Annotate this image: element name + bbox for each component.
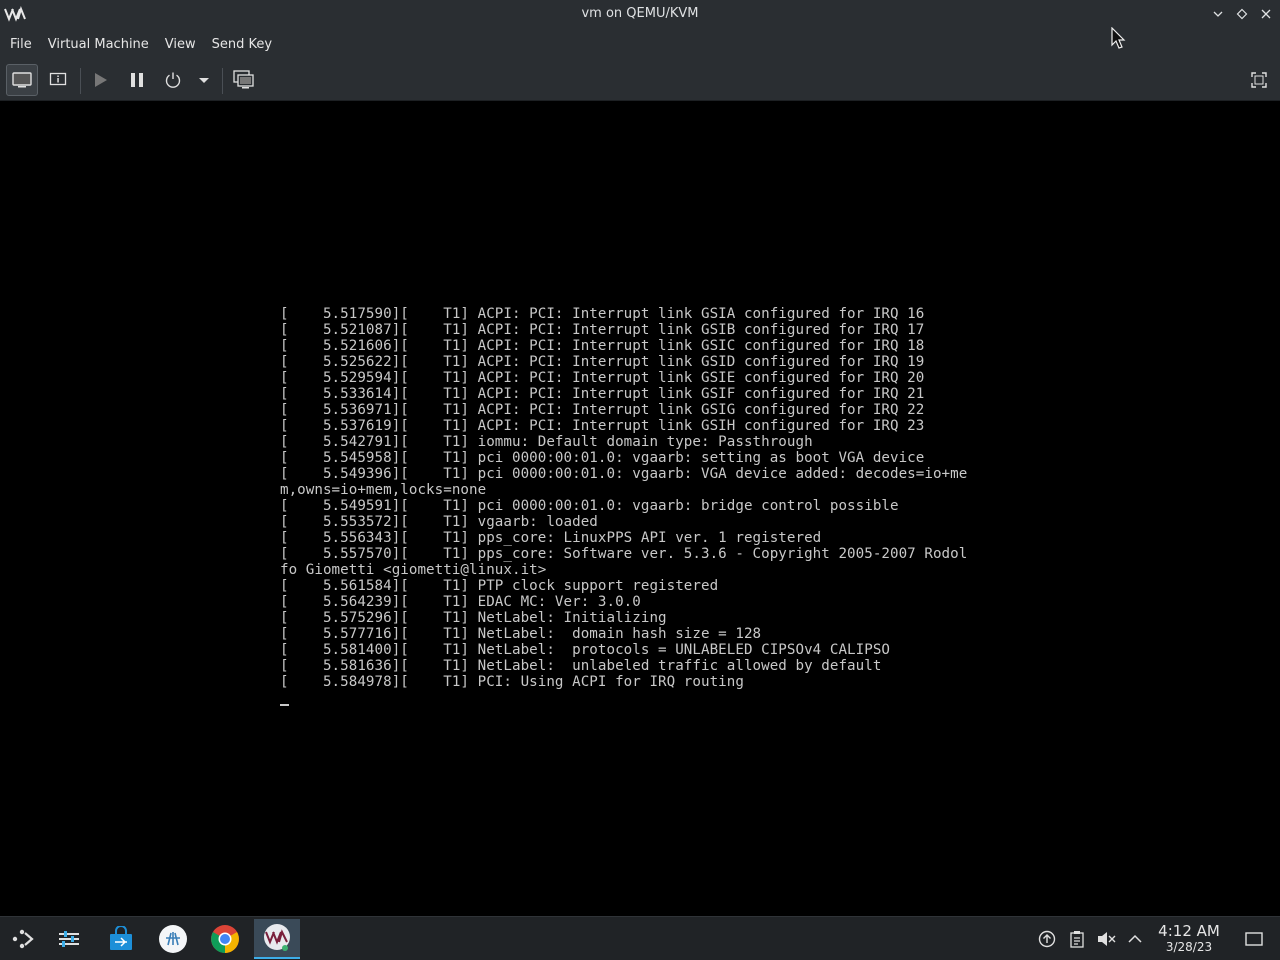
chevron-up-icon	[1128, 934, 1142, 943]
console-line: [ 5.564239][ T1] EDAC MC: Ver: 3.0.0	[280, 594, 641, 610]
boot-log-text: [ 5.517590][ T1] ACPI: PCI: Interrupt li…	[280, 306, 967, 690]
clock[interactable]: 4:12 AM 3/28/23	[1150, 922, 1228, 955]
console-line: [ 5.553572][ T1] vgaarb: loaded	[280, 514, 598, 530]
console-line: [ 5.521606][ T1] ACPI: PCI: Interrupt li…	[280, 338, 925, 354]
snapshots-icon	[233, 70, 254, 89]
console-line: [ 5.525622][ T1] ACPI: PCI: Interrupt li…	[280, 354, 925, 370]
volume-tray[interactable]	[1096, 929, 1116, 949]
clipboard-icon	[1070, 931, 1084, 948]
console-line: [ 5.575296][ T1] NetLabel: Initializing	[280, 610, 667, 626]
console-line: [ 5.557570][ T1] pps_core: Software ver.…	[280, 546, 968, 562]
monitor-icon	[12, 72, 32, 88]
info-icon	[49, 72, 67, 86]
menu-virtual-machine[interactable]: Virtual Machine	[40, 31, 157, 58]
console-line: [ 5.556343][ T1] pps_core: LinuxPPS API …	[280, 530, 822, 546]
console-line: [ 5.577716][ T1] NetLabel: domain hash s…	[280, 626, 762, 642]
close-icon	[1261, 9, 1271, 19]
taskbar: 4:12 AM 3/28/23	[0, 916, 1280, 960]
maximize-button[interactable]	[1232, 4, 1252, 24]
console-line: [ 5.581400][ T1] NetLabel: protocols = U…	[280, 642, 891, 658]
shutdown-menu-button[interactable]	[194, 64, 214, 96]
maximize-icon	[1236, 8, 1248, 20]
console-line: [ 5.549396][ T1] pci 0000:00:01.0: vgaar…	[280, 466, 968, 482]
clipboard-tray[interactable]	[1067, 929, 1087, 949]
console-line: m,owns=io+mem,locks=none	[280, 482, 487, 498]
show-desktop-icon	[1245, 932, 1263, 946]
console-line: [ 5.533614][ T1] ACPI: PCI: Interrupt li…	[280, 386, 925, 402]
console-line: [ 5.517590][ T1] ACPI: PCI: Interrupt li…	[280, 306, 925, 322]
task-manager-icon	[59, 931, 79, 947]
minimize-icon	[1213, 11, 1223, 17]
pause-icon	[131, 73, 143, 87]
close-button[interactable]	[1256, 4, 1276, 24]
console-line: [ 5.542791][ T1] iommu: Default domain t…	[280, 434, 813, 450]
volume-muted-icon	[1098, 932, 1116, 946]
menu-bar: File Virtual Machine View Send Key	[0, 28, 1280, 60]
pinned-app-button[interactable]	[150, 919, 196, 959]
chrome-button[interactable]	[202, 919, 248, 959]
menu-view[interactable]: View	[157, 31, 204, 58]
power-icon	[165, 72, 181, 88]
console-line: [ 5.545958][ T1] pci 0000:00:01.0: vgaar…	[280, 450, 925, 466]
app-icon	[159, 925, 187, 953]
text-cursor	[280, 704, 289, 706]
discover-store-button[interactable]	[98, 919, 144, 959]
details-view-button[interactable]	[44, 64, 72, 96]
show-desktop-button[interactable]	[1244, 929, 1264, 949]
window-title: vm on QEMU/KVM	[581, 6, 699, 21]
console-line: [ 5.581636][ T1] NetLabel: unlabeled tra…	[280, 658, 882, 674]
snapshots-button[interactable]	[230, 64, 258, 96]
console-line: [ 5.536971][ T1] ACPI: PCI: Interrupt li…	[280, 402, 925, 418]
fullscreen-button[interactable]	[1246, 64, 1272, 96]
task-manager-button[interactable]	[46, 919, 92, 959]
shutdown-button[interactable]	[160, 64, 186, 96]
clock-time: 4:12 AM	[1158, 922, 1220, 940]
console-line: [ 5.521087][ T1] ACPI: PCI: Interrupt li…	[280, 322, 925, 338]
tray-expand-button[interactable]	[1125, 929, 1145, 949]
menu-file[interactable]: File	[2, 31, 40, 58]
vm-console-display[interactable]: [ 5.517590][ T1] ACPI: PCI: Interrupt li…	[0, 101, 1280, 916]
console-line: [ 5.584978][ T1] PCI: Using ACPI for IRQ…	[280, 674, 744, 690]
virt-manager-task-button[interactable]	[254, 919, 300, 959]
virt-manager-icon	[264, 924, 290, 951]
application-launcher-button[interactable]	[0, 919, 46, 959]
discover-store-icon	[110, 926, 132, 950]
update-notifier[interactable]	[1037, 929, 1057, 949]
play-icon	[95, 73, 107, 87]
mouse-pointer-icon	[1111, 27, 1126, 49]
application-launcher-icon	[12, 929, 34, 949]
clock-date: 3/28/23	[1165, 940, 1213, 954]
toolbar	[0, 60, 1280, 101]
console-view-button[interactable]	[6, 64, 38, 96]
run-button[interactable]	[88, 64, 112, 96]
update-icon	[1038, 930, 1056, 948]
console-line: [ 5.549591][ T1] pci 0000:00:01.0: vgaar…	[280, 498, 899, 514]
chrome-icon	[211, 925, 239, 953]
window-titlebar[interactable]: vm on QEMU/KVM	[0, 0, 1280, 28]
console-line: [ 5.537619][ T1] ACPI: PCI: Interrupt li…	[280, 418, 925, 434]
console-line: [ 5.529594][ T1] ACPI: PCI: Interrupt li…	[280, 370, 925, 386]
chevron-down-icon	[199, 78, 209, 83]
pause-button[interactable]	[124, 64, 150, 96]
console-line: fo Giometti <giometti@linux.it>	[280, 562, 547, 578]
fullscreen-icon	[1251, 72, 1267, 88]
minimize-button[interactable]	[1208, 4, 1228, 24]
console-line: [ 5.561584][ T1] PTP clock support regis…	[280, 578, 719, 594]
menu-send-key[interactable]: Send Key	[204, 31, 280, 58]
